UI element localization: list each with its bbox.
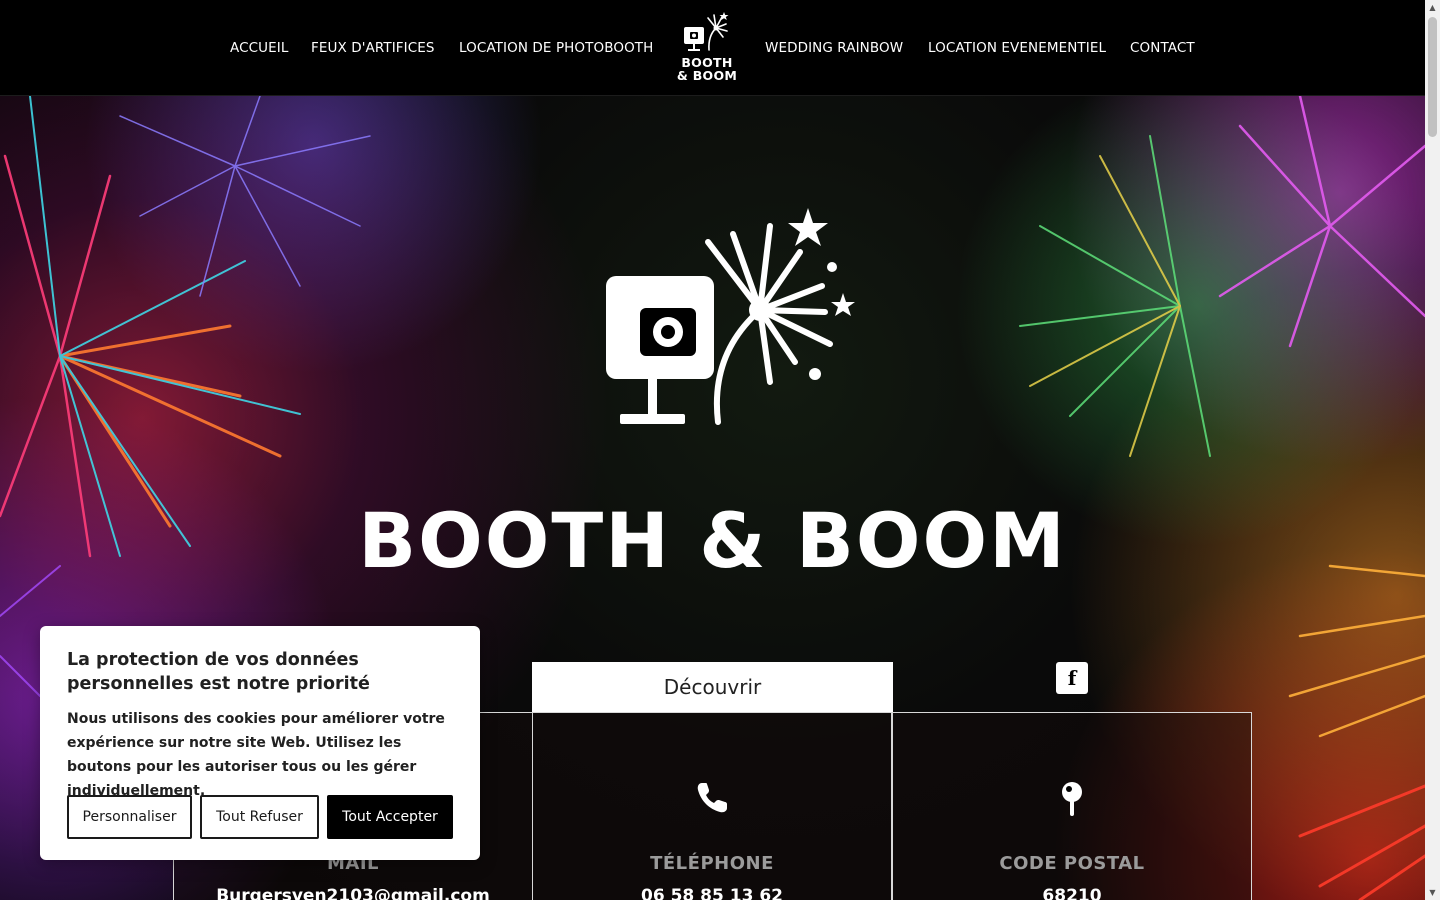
phone-icon <box>533 781 891 819</box>
facebook-icon[interactable]: f <box>1056 662 1088 694</box>
photobooth-fireworks-logo-icon <box>684 12 729 51</box>
nav-feux-d-artifices[interactable]: FEUX D'ARTIFICES <box>311 40 435 56</box>
hero-title: BOOTH & BOOM <box>358 496 1067 585</box>
nav-location-evenementiel[interactable]: LOCATION EVENEMENTIEL <box>928 40 1106 56</box>
page-scrollbar[interactable]: ▲ ▼ <box>1425 0 1440 900</box>
scroll-down-arrow-icon[interactable]: ▼ <box>1425 885 1440 900</box>
nav-contact[interactable]: CONTACT <box>1130 40 1195 56</box>
phone-card: TÉLÉPHONE 06 58 85 13 62 <box>532 712 892 900</box>
logo-text: BOOTH & BOOM <box>673 56 741 82</box>
cookie-description: Nous utilisons des cookies pour améliore… <box>67 711 445 799</box>
card-title: CODE POSTAL <box>999 853 1145 874</box>
postal-code-card: CODE POSTAL 68210 <box>892 712 1252 900</box>
scroll-up-arrow-icon[interactable]: ▲ <box>1425 0 1440 15</box>
mail-value[interactable]: Burgersven2103@gmail.com <box>174 886 532 900</box>
logo-text-line-2: & BOOM <box>676 68 738 83</box>
accept-all-cookies-button[interactable]: Tout Accepter <box>327 795 453 839</box>
customize-cookies-button[interactable]: Personnaliser <box>67 795 192 839</box>
scroll-thumb[interactable] <box>1428 17 1437 137</box>
nav-accueil[interactable]: ACCUEIL <box>230 40 288 56</box>
photobooth-fireworks-hero-icon <box>606 208 855 425</box>
cookie-consent-banner: La protection de vos données personnelle… <box>40 626 480 860</box>
discover-button[interactable]: Découvrir <box>532 662 893 712</box>
location-pin-icon <box>893 781 1251 821</box>
postal-code-value: 68210 <box>1042 886 1102 900</box>
nav-wedding-rainbow[interactable]: WEDDING RAINBOW <box>765 40 903 56</box>
phone-value[interactable]: 06 58 85 13 62 <box>533 886 891 900</box>
site-logo[interactable]: BOOTH & BOOM <box>673 12 743 84</box>
cookie-title: La protection de vos données personnelle… <box>67 650 370 694</box>
nav-location-de-photobooth[interactable]: LOCATION DE PHOTOBOOTH <box>459 40 653 56</box>
refuse-all-cookies-button[interactable]: Tout Refuser <box>200 795 319 839</box>
site-header: ACCUEIL FEUX D'ARTIFICES LOCATION DE PHO… <box>0 0 1425 96</box>
card-title: TÉLÉPHONE <box>650 853 774 874</box>
